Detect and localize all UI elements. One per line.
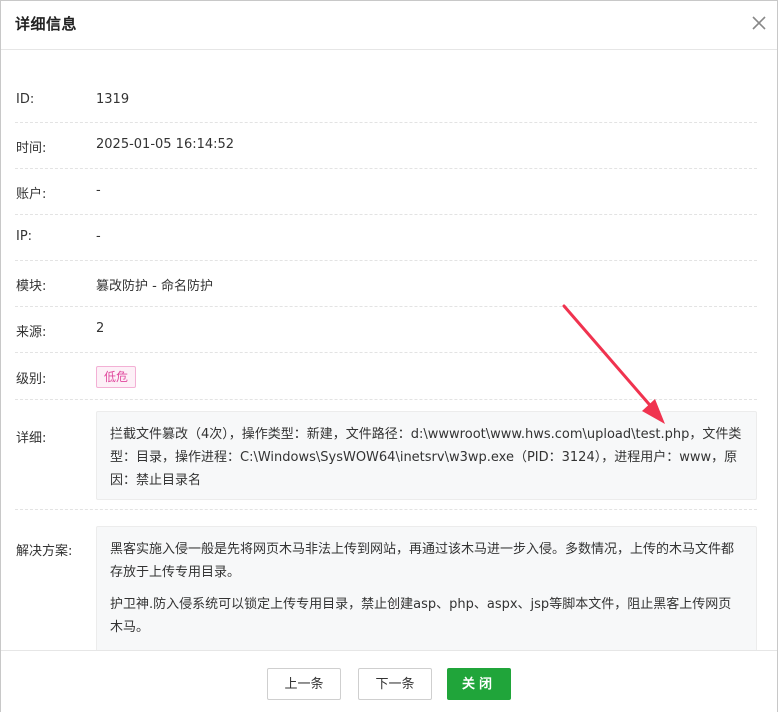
field-value-module: 篡改防护 - 命名防护 [96, 279, 213, 294]
field-label-account: 账户: [16, 187, 47, 202]
field-value-source: 2 [96, 321, 105, 336]
field-row-ip: IP: - [15, 214, 757, 261]
dialog-header: 详细信息 [1, 1, 777, 50]
field-label-time: 时间: [16, 141, 47, 156]
next-button[interactable]: 下一条 [358, 668, 432, 700]
field-value-account: - [96, 183, 101, 198]
field-label-level: 级别: [16, 372, 47, 387]
field-row-source: 来源: 2 [15, 306, 757, 353]
close-icon[interactable] [750, 14, 768, 32]
field-label-id: ID: [16, 92, 35, 107]
detail-dialog: 详细信息 ID: 1319 时间: 2025-01-05 16:14:52 账户… [0, 0, 778, 712]
prev-button[interactable]: 上一条 [267, 668, 341, 700]
solution-paragraph: 护卫神.防入侵系统可以锁定上传专用目录，禁止创建asp、php、aspx、jsp… [110, 597, 732, 635]
field-row-detail: 详细: 拦截文件篡改（4次），操作类型：新建，文件路径：d:\wwwroot\w… [15, 399, 757, 510]
field-row-account: 账户: - [15, 168, 757, 215]
field-value-ip: - [96, 229, 101, 244]
field-row-time: 时间: 2025-01-05 16:14:52 [15, 122, 757, 169]
field-label-detail: 详细: [16, 431, 47, 446]
risk-level-badge: 低危 [96, 366, 137, 388]
field-row-level: 级别: 低危 [15, 352, 757, 400]
field-label-solution: 解决方案: [16, 544, 73, 559]
field-value-id: 1319 [96, 92, 130, 107]
detail-text: 拦截文件篡改（4次），操作类型：新建，文件路径：d:\wwwroot\www.h… [110, 427, 742, 488]
field-label-source: 来源: [16, 325, 47, 340]
dialog-title: 详细信息 [15, 15, 78, 33]
field-label-ip: IP: [16, 229, 33, 244]
dialog-footer: 上一条 下一条 关闭 [1, 650, 777, 712]
field-row-module: 模块: 篡改防护 - 命名防护 [15, 260, 757, 307]
field-row-id: ID: 1319 [15, 78, 757, 123]
solution-text-box: 黑客实施入侵一般是先将网页木马非法上传到网站，再通过该木马进一步入侵。多数情况，… [96, 526, 757, 650]
field-label-module: 模块: [16, 279, 47, 294]
dialog-body: ID: 1319 时间: 2025-01-05 16:14:52 账户: - I… [1, 50, 777, 650]
field-value-time: 2025-01-05 16:14:52 [96, 137, 235, 152]
close-button[interactable]: 关闭 [447, 668, 511, 700]
detail-text-box: 拦截文件篡改（4次），操作类型：新建，文件路径：d:\wwwroot\www.h… [96, 411, 757, 500]
solution-paragraph: 黑客实施入侵一般是先将网页木马非法上传到网站，再通过该木马进一步入侵。多数情况，… [110, 542, 735, 580]
field-row-solution: 解决方案: 黑客实施入侵一般是先将网页木马非法上传到网站，再通过该木马进一步入侵… [15, 509, 757, 650]
